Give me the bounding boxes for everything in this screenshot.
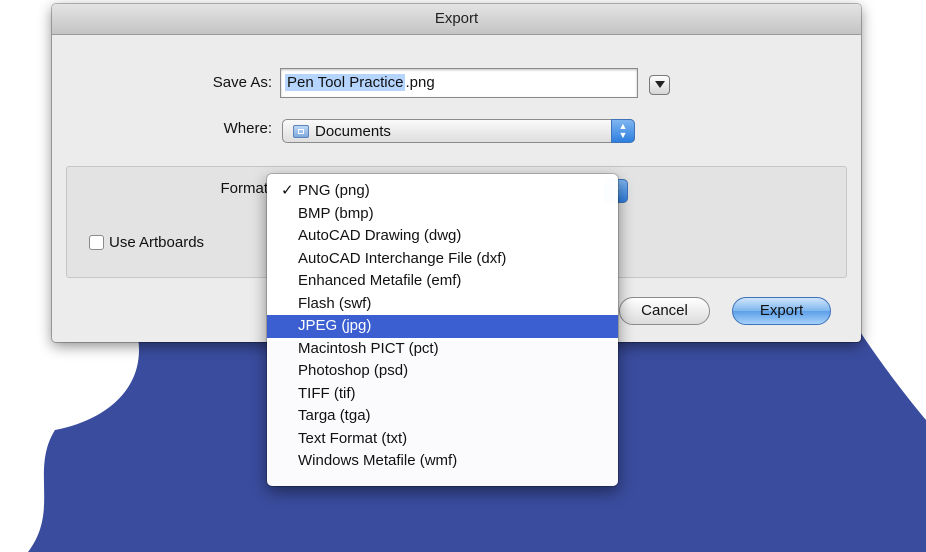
where-popup[interactable]: Documents ▲ ▼ — [282, 119, 635, 143]
save-as-label: Save As: — [212, 74, 272, 91]
format-menu-item[interactable]: Windows Metafile (wmf) — [267, 450, 618, 473]
filename-input[interactable]: Pen Tool Practice .png — [280, 68, 638, 98]
format-menu: ✓ PNG (png) BMP (bmp) AutoCAD Drawing (dw… — [267, 174, 618, 486]
format-menu-item[interactable]: Flash (swf) — [267, 293, 618, 316]
chevron-down-icon — [654, 81, 665, 88]
format-menu-item[interactable]: AutoCAD Drawing (dwg) — [267, 225, 618, 248]
filename-extension: .png — [405, 74, 435, 91]
export-button[interactable]: Export — [732, 297, 831, 325]
where-label: Where: — [223, 120, 272, 137]
expand-browser-button[interactable] — [649, 75, 670, 95]
use-artboards-checkbox[interactable] — [89, 235, 104, 250]
format-menu-item[interactable]: ✓ PNG (png) — [267, 180, 618, 203]
format-menu-item[interactable]: Text Format (txt) — [267, 428, 618, 451]
updown-arrows-icon: ▲ ▼ — [611, 119, 635, 143]
format-menu-item-highlighted[interactable]: JPEG (jpg) — [267, 315, 618, 338]
format-menu-item[interactable]: TIFF (tif) — [267, 383, 618, 406]
use-artboards-label: Use Artboards — [109, 234, 205, 251]
checkmark-icon: ✓ — [281, 182, 294, 199]
filename-selected-text: Pen Tool Practice — [285, 74, 406, 91]
where-value: Documents — [315, 122, 391, 140]
format-label: Format — [220, 180, 268, 197]
format-menu-item[interactable]: Macintosh PICT (pct) — [267, 338, 618, 361]
format-menu-item[interactable]: AutoCAD Interchange File (dxf) — [267, 248, 618, 271]
format-menu-item[interactable]: BMP (bmp) — [267, 203, 618, 226]
format-menu-item[interactable]: Photoshop (psd) — [267, 360, 618, 383]
format-menu-item[interactable]: Targa (tga) — [267, 405, 618, 428]
folder-icon — [293, 124, 309, 138]
cancel-button[interactable]: Cancel — [619, 297, 710, 325]
dialog-title: Export — [52, 4, 861, 35]
format-menu-item[interactable]: Enhanced Metafile (emf) — [267, 270, 618, 293]
